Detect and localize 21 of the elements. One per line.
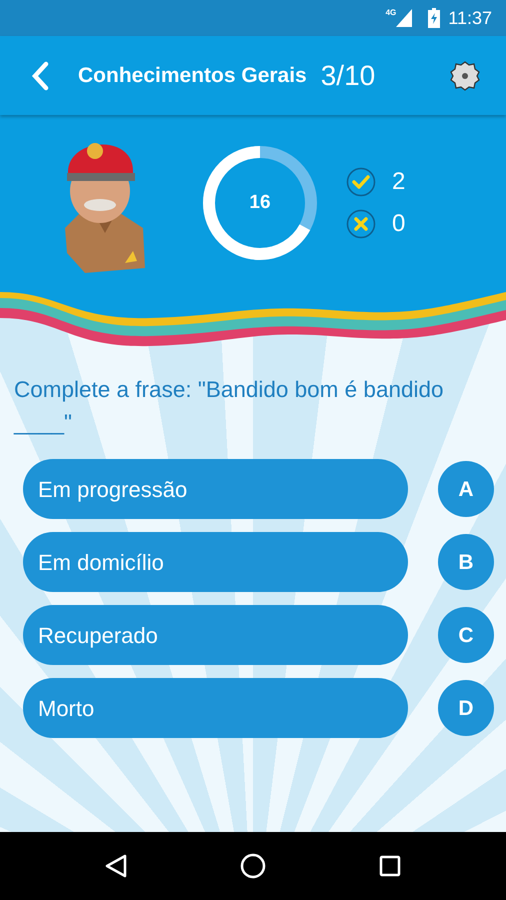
back-nav-icon[interactable] bbox=[104, 854, 127, 878]
network-label: 4G bbox=[386, 9, 396, 17]
clock: 11:37 bbox=[448, 6, 492, 30]
screen-title: Conhecimentos Gerais bbox=[78, 62, 307, 89]
answer-button[interactable]: Recuperado bbox=[23, 605, 408, 666]
answer-button[interactable]: Em progressão bbox=[23, 459, 408, 520]
home-icon[interactable] bbox=[240, 853, 266, 879]
battery-icon bbox=[428, 8, 440, 28]
settings-icon[interactable] bbox=[450, 60, 480, 90]
back-icon[interactable] bbox=[30, 60, 50, 90]
cross-icon bbox=[346, 208, 376, 238]
score-count: 0 bbox=[392, 208, 406, 238]
check-icon bbox=[346, 166, 376, 196]
answer-button[interactable]: Morto bbox=[23, 678, 408, 738]
score-count: 2 bbox=[392, 166, 406, 196]
timer-value: 16 bbox=[249, 190, 271, 214]
question-counter: 3/10 bbox=[320, 58, 376, 92]
answer-button[interactable]: Em domicílio bbox=[23, 532, 408, 592]
signal-icon bbox=[396, 9, 412, 27]
recents-icon[interactable] bbox=[379, 855, 402, 877]
question-text: Complete a frase: "Bandido bom é bandido ____" bbox=[12, 376, 445, 437]
